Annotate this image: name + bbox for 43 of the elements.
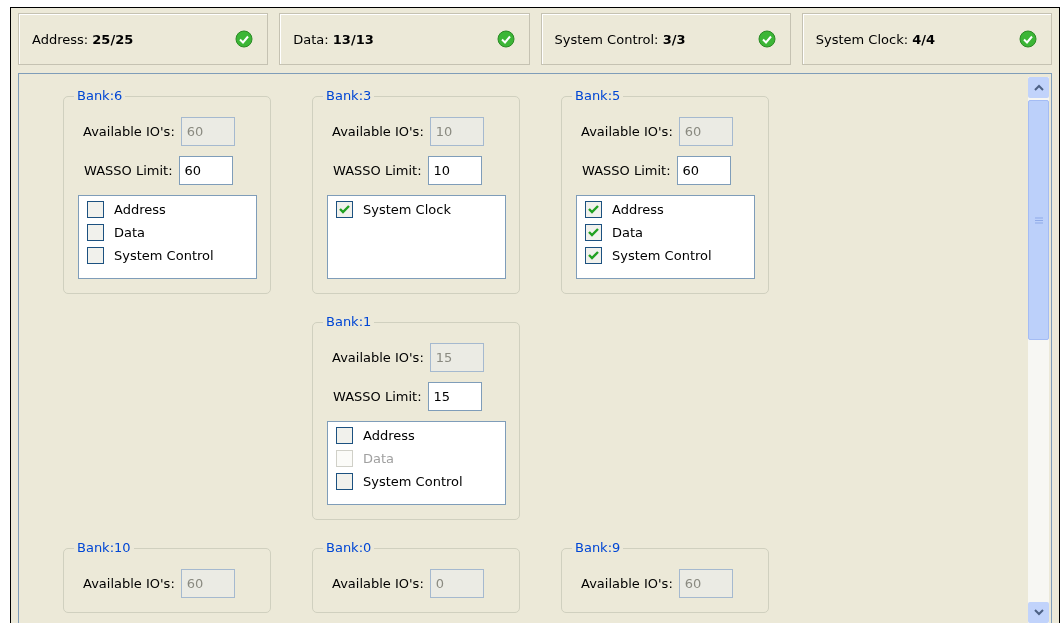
wasso-limit-label: WASSO Limit:: [582, 163, 671, 178]
checkbox[interactable]: [336, 473, 353, 490]
wasso-limit-label: WASSO Limit:: [333, 389, 422, 404]
wasso-limit-field[interactable]: 15: [427, 382, 482, 411]
chevron-down-icon: [1033, 609, 1044, 616]
status-text: Address: 25/25: [32, 31, 134, 47]
status-text: System Clock: 4/4: [815, 31, 936, 47]
checkbox[interactable]: [585, 247, 602, 264]
checkbox[interactable]: [585, 201, 602, 218]
scroll-down-button[interactable]: [1028, 602, 1049, 623]
wasso-limit-label: WASSO Limit:: [333, 163, 422, 178]
checkbox[interactable]: [336, 201, 353, 218]
chevron-up-icon: [1033, 84, 1044, 91]
wasso-limit-field[interactable]: 60: [676, 156, 731, 185]
wasso-limit-field[interactable]: 60: [178, 156, 233, 185]
checkbox-label[interactable]: Address: [114, 202, 166, 217]
available-ios-label: Available IO's:: [332, 124, 424, 139]
available-ios-label: Available IO's:: [83, 576, 175, 591]
available-ios-label: Available IO's:: [332, 576, 424, 591]
checkbox-label[interactable]: Address: [612, 202, 664, 217]
scrollbar-thumb[interactable]: [1028, 100, 1049, 340]
status-text: Data: 13/13: [293, 31, 374, 47]
scroll-up-button[interactable]: [1028, 77, 1049, 98]
available-ios-label: Available IO's:: [332, 350, 424, 365]
wasso-limit-label: WASSO Limit:: [84, 163, 173, 178]
checkbox-label[interactable]: System Control: [363, 474, 463, 489]
checkbox[interactable]: [336, 427, 353, 444]
checkbox-label[interactable]: System Control: [612, 248, 712, 263]
checkbox-label[interactable]: System Control: [114, 248, 214, 263]
checkbox-label[interactable]: Address: [363, 428, 415, 443]
available-ios-label: Available IO's:: [581, 576, 673, 591]
checkbox[interactable]: [87, 201, 104, 218]
status-text: System Control: 3/3: [554, 31, 686, 47]
checkbox-label[interactable]: Data: [114, 225, 146, 240]
checkbox-label[interactable]: System Clock: [363, 202, 451, 217]
scrollbar[interactable]: [1028, 77, 1049, 623]
checkbox[interactable]: [87, 247, 104, 264]
checkbox[interactable]: [585, 224, 602, 241]
checkbox[interactable]: [87, 224, 104, 241]
wasso-limit-field[interactable]: 10: [427, 156, 482, 185]
available-ios-label: Available IO's:: [581, 124, 673, 139]
available-ios-label: Available IO's:: [83, 124, 175, 139]
checkbox-label[interactable]: Data: [612, 225, 644, 240]
